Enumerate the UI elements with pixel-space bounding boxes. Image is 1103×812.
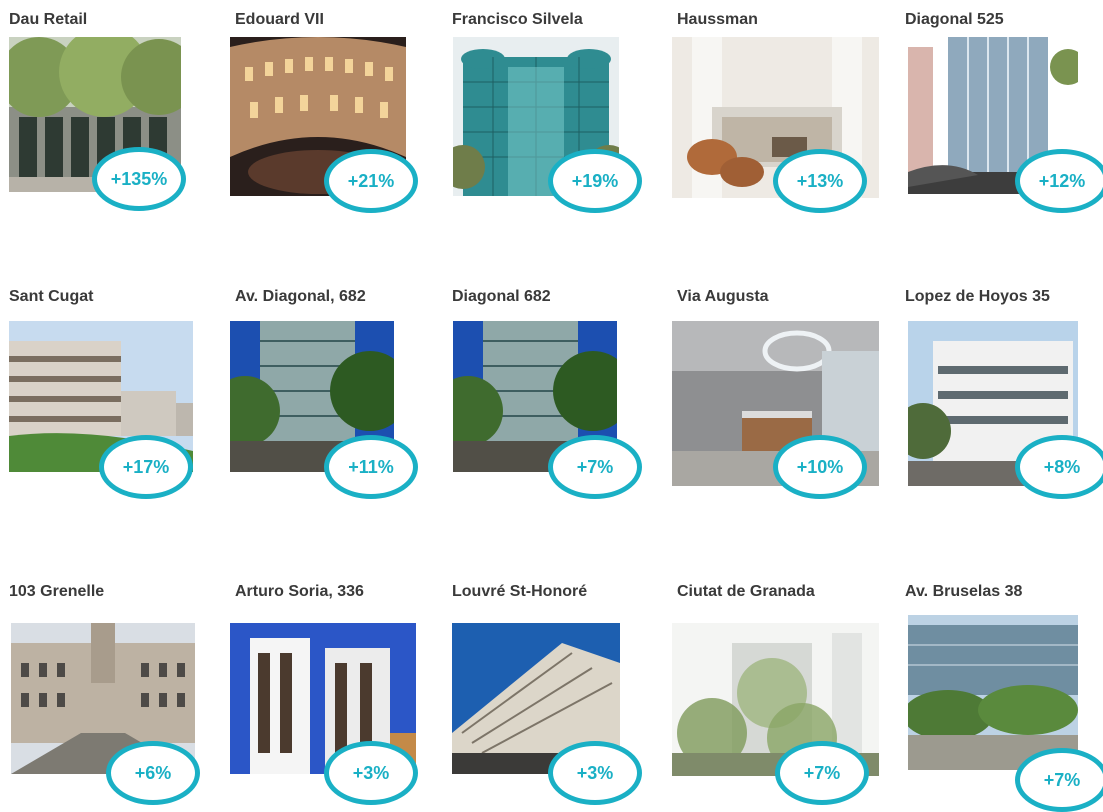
growth-badge: +135% <box>92 147 186 211</box>
property-name: Av. Diagonal, 682 <box>235 288 366 305</box>
growth-badge: +7% <box>1015 748 1103 812</box>
property-name: Sant Cugat <box>9 288 94 305</box>
property-name: Ciutat de Granada <box>677 583 815 600</box>
growth-badge: +19% <box>548 149 642 213</box>
property-name: Louvré St-Honoré <box>452 583 588 600</box>
property-name: Lopez de Hoyos 35 <box>905 288 1050 305</box>
growth-badge: +11% <box>324 435 418 499</box>
property-name: 103 Grenelle <box>9 583 105 600</box>
growth-badge: +13% <box>773 149 867 213</box>
property-name: Diagonal 682 <box>452 288 551 305</box>
property-name: Av. Bruselas 38 <box>905 583 1023 600</box>
growth-badge: +7% <box>775 741 869 805</box>
property-name: Via Augusta <box>677 288 769 305</box>
property-name: Francisco Silvela <box>452 11 583 28</box>
property-name: Diagonal 525 <box>905 11 1004 28</box>
growth-badge: +10% <box>773 435 867 499</box>
growth-badge: +7% <box>548 435 642 499</box>
growth-badge: +12% <box>1015 149 1103 213</box>
growth-badge: +8% <box>1015 435 1103 499</box>
property-name: Dau Retail <box>9 11 88 28</box>
growth-badge: +3% <box>548 741 642 805</box>
growth-badge: +17% <box>99 435 193 499</box>
property-name: Edouard VII <box>235 11 324 28</box>
growth-badge: +21% <box>324 149 418 213</box>
growth-badge: +3% <box>324 741 418 805</box>
property-name: Haussman <box>677 11 758 28</box>
property-name: Arturo Soria, 336 <box>235 583 364 600</box>
growth-badge: +6% <box>106 741 200 805</box>
property-photo <box>908 615 1078 770</box>
